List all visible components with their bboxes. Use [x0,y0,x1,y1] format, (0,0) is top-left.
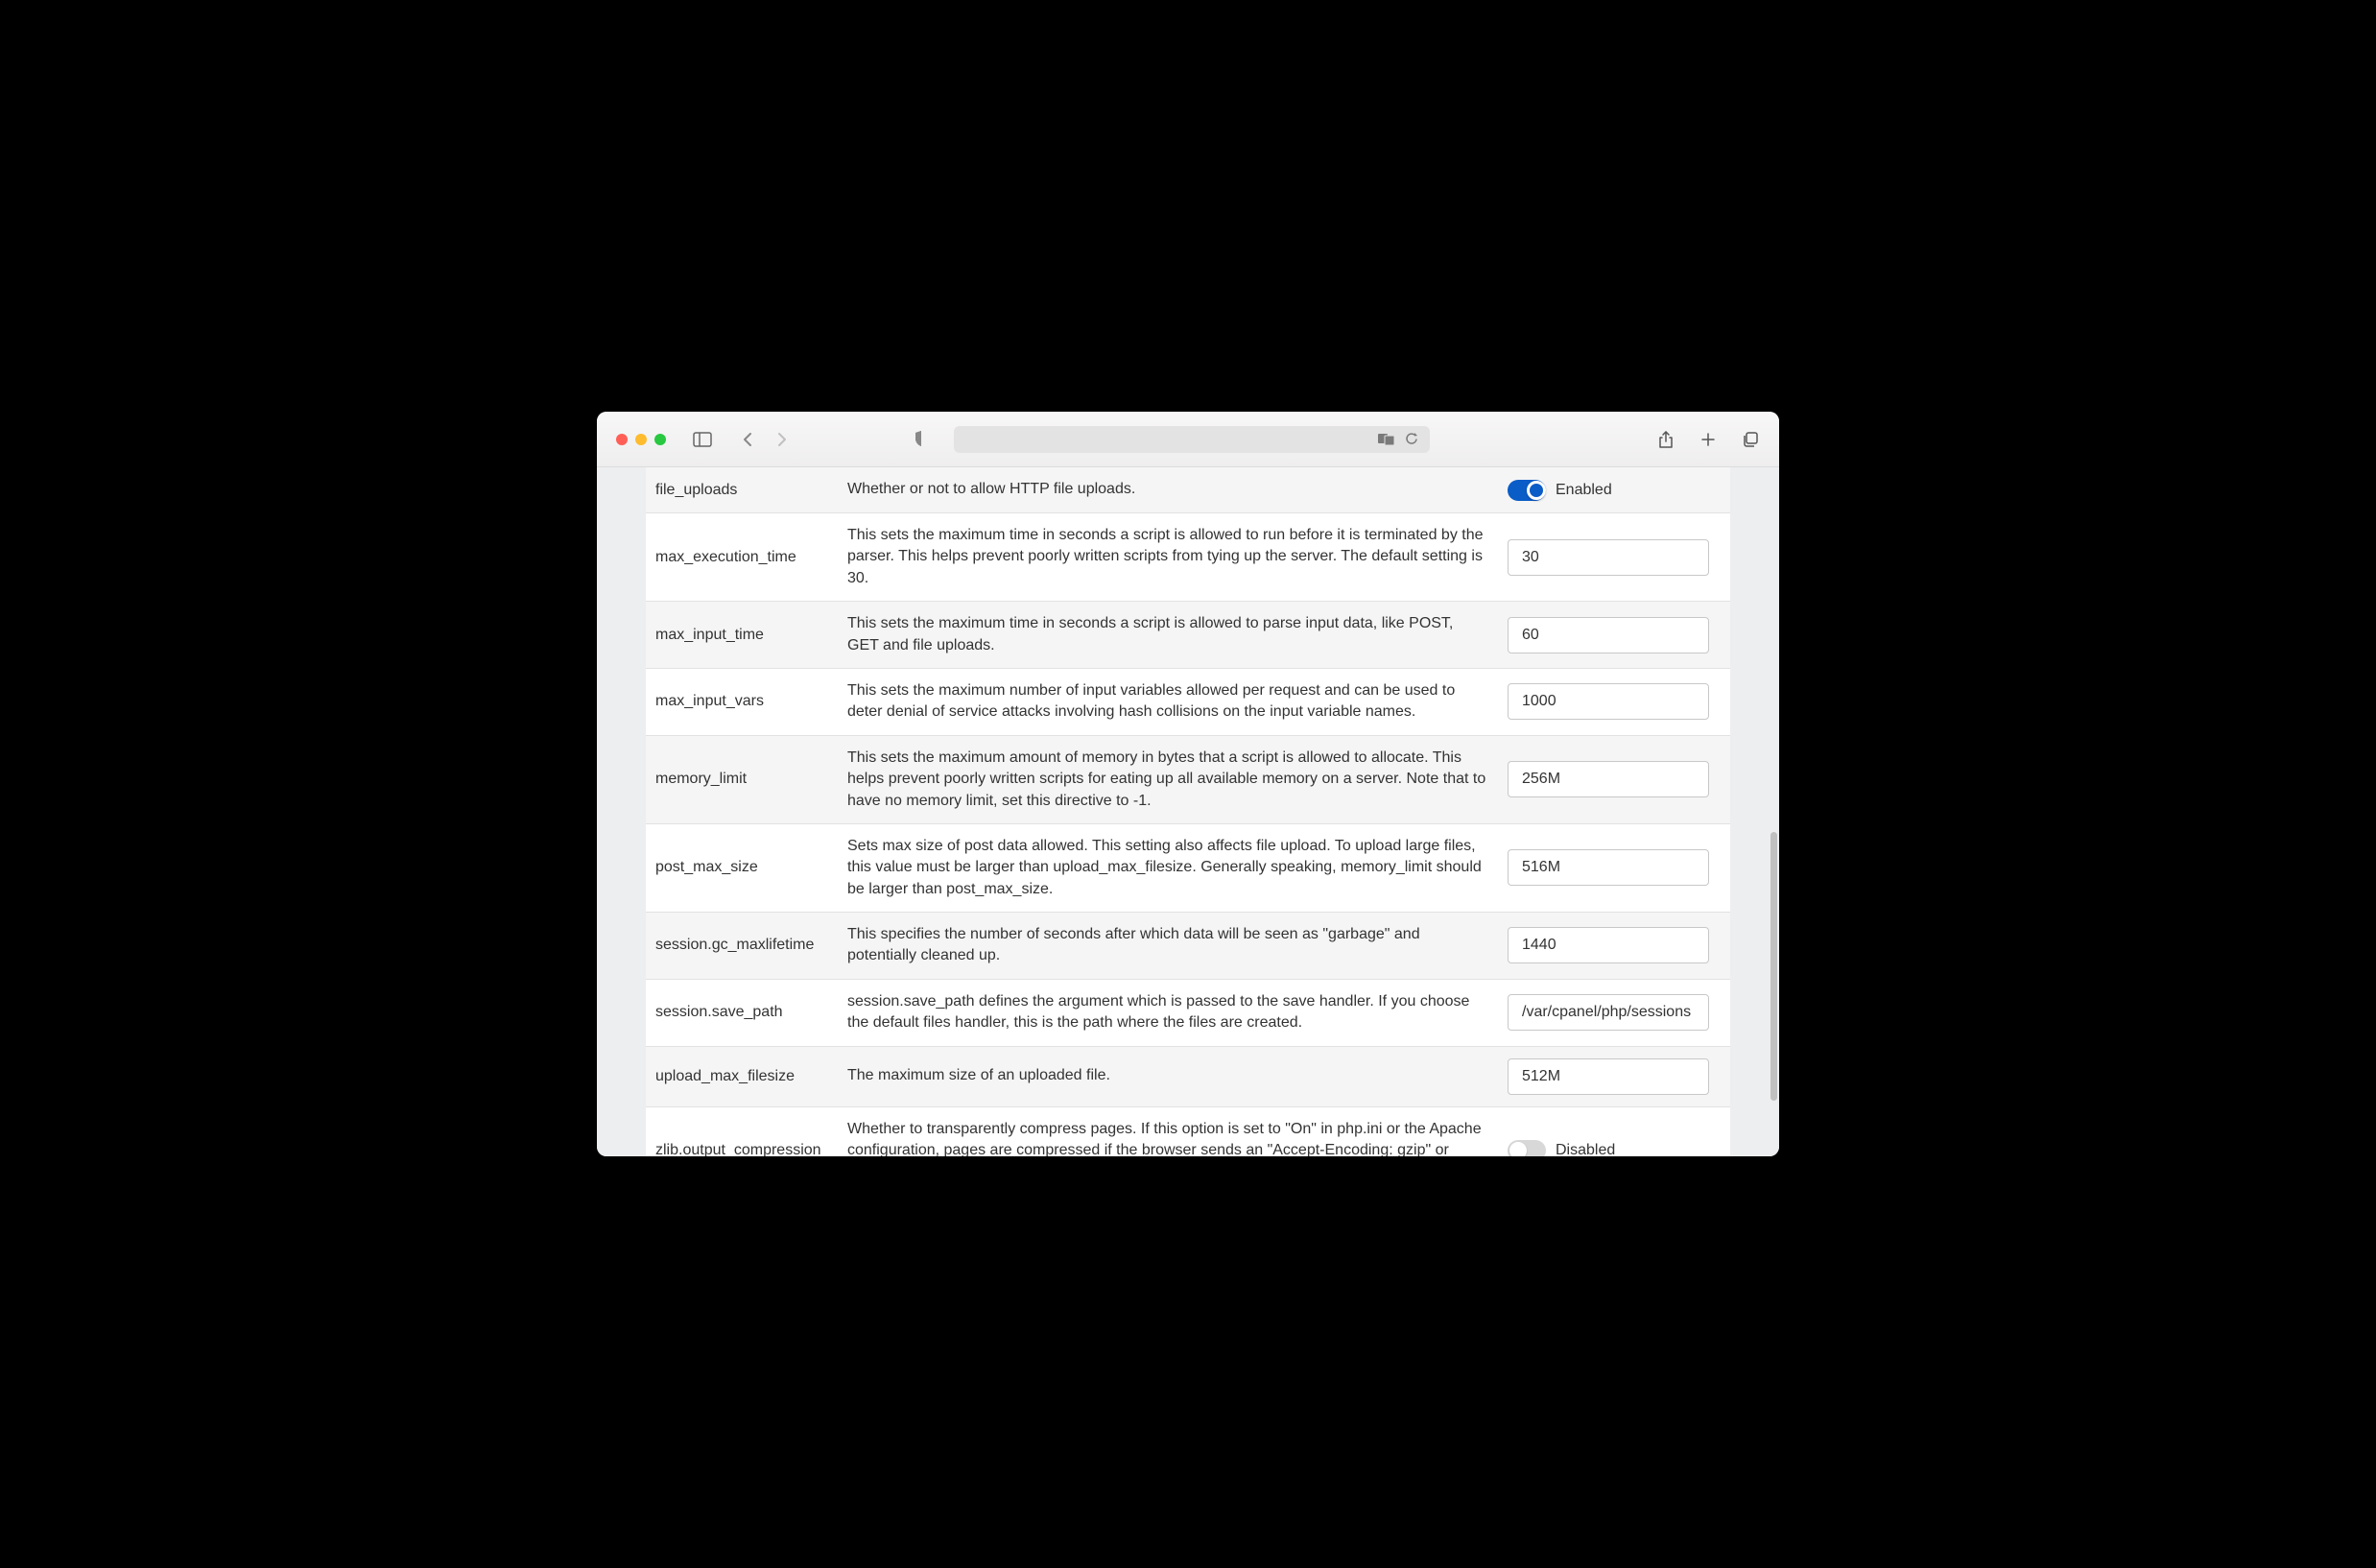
new-tab-button[interactable] [1699,430,1718,449]
setting-name: max_input_time [655,627,847,644]
toggle-label: Disabled [1556,1142,1615,1156]
forward-button[interactable] [773,431,791,448]
setting-description: This sets the maximum time in seconds a … [847,525,1508,589]
setting-row-session-gc-maxlifetime: session.gc_maxlifetimeThis specifies the… [646,913,1730,980]
setting-description: Whether or not to allow HTTP file upload… [847,479,1508,500]
setting-name: post_max_size [655,859,847,876]
sidebar-toggle-button[interactable] [691,430,714,449]
setting-control [1508,994,1721,1031]
php-settings-table: file_uploadsWhether or not to allow HTTP… [646,467,1730,1156]
setting-row-post-max-size: post_max_sizeSets max size of post data … [646,824,1730,913]
setting-name: file_uploads [655,482,847,499]
setting-input-max-execution-time[interactable] [1508,539,1709,576]
setting-description: Whether to transparently compress pages.… [847,1119,1508,1156]
setting-input-post-max-size[interactable] [1508,849,1709,886]
setting-name: max_execution_time [655,549,847,566]
setting-control [1508,683,1721,720]
toggle-switch-zlib-output-compression[interactable] [1508,1140,1546,1156]
titlebar [597,412,1779,467]
toolbar-right [1656,430,1760,449]
address-bar[interactable] [954,426,1430,453]
setting-input-max-input-time[interactable] [1508,617,1709,653]
setting-input-memory-limit[interactable] [1508,761,1709,797]
minimize-window-button[interactable] [635,434,647,445]
shield-icon [914,430,929,447]
setting-control [1508,539,1721,576]
setting-description: Sets max size of post data allowed. This… [847,836,1508,900]
back-button[interactable] [739,431,756,448]
setting-control: Enabled [1508,480,1721,501]
setting-control [1508,849,1721,886]
setting-name: memory_limit [655,771,847,788]
setting-name: zlib.output_compression [655,1142,847,1156]
setting-row-file-uploads: file_uploadsWhether or not to allow HTTP… [646,467,1730,513]
tabs-icon [1742,431,1759,448]
toggle-switch-file-uploads[interactable] [1508,480,1546,501]
setting-description: This sets the maximum amount of memory i… [847,748,1508,812]
setting-name: max_input_vars [655,693,847,710]
tabs-button[interactable] [1741,430,1760,449]
setting-row-session-save-path: session.save_pathsession.save_path defin… [646,980,1730,1047]
setting-name: upload_max_filesize [655,1068,847,1085]
privacy-shield-button[interactable] [914,430,933,449]
setting-input-session-save-path[interactable] [1508,994,1709,1031]
translate-icon [1378,433,1395,446]
setting-control [1508,761,1721,797]
setting-row-zlib-output-compression: zlib.output_compressionWhether to transp… [646,1107,1730,1156]
setting-row-memory-limit: memory_limitThis sets the maximum amount… [646,736,1730,824]
plus-icon [1699,431,1717,448]
nav-buttons [739,431,791,448]
setting-control: Disabled [1508,1140,1721,1156]
setting-control [1508,927,1721,963]
setting-description: This specifies the number of seconds aft… [847,924,1508,967]
window-controls [616,434,666,445]
chevron-right-icon [775,432,789,447]
setting-name: session.gc_maxlifetime [655,937,847,954]
toggle-control: Enabled [1508,480,1612,501]
sidebar-icon [693,432,712,447]
setting-input-session-gc-maxlifetime[interactable] [1508,927,1709,963]
setting-row-upload-max-filesize: upload_max_filesizeThe maximum size of a… [646,1047,1730,1107]
setting-description: This sets the maximum time in seconds a … [847,613,1508,656]
share-icon [1658,430,1674,449]
content-area: file_uploadsWhether or not to allow HTTP… [597,467,1779,1156]
setting-input-upload-max-filesize[interactable] [1508,1058,1709,1095]
maximize-window-button[interactable] [654,434,666,445]
chevron-left-icon [741,432,754,447]
setting-input-max-input-vars[interactable] [1508,683,1709,720]
setting-row-max-execution-time: max_execution_timeThis sets the maximum … [646,513,1730,602]
toggle-label: Enabled [1556,482,1612,499]
setting-row-max-input-time: max_input_timeThis sets the maximum time… [646,602,1730,669]
share-button[interactable] [1656,430,1675,449]
scrollbar[interactable] [1770,832,1777,1101]
setting-description: This sets the maximum number of input va… [847,680,1508,724]
setting-description: The maximum size of an uploaded file. [847,1065,1508,1086]
toggle-control: Disabled [1508,1140,1615,1156]
setting-description: session.save_path defines the argument w… [847,991,1508,1034]
setting-control [1508,617,1721,653]
setting-name: session.save_path [655,1004,847,1021]
browser-window: file_uploadsWhether or not to allow HTTP… [597,412,1779,1156]
setting-row-max-input-vars: max_input_varsThis sets the maximum numb… [646,669,1730,736]
reload-icon [1405,432,1418,446]
setting-control [1508,1058,1721,1095]
close-window-button[interactable] [616,434,628,445]
